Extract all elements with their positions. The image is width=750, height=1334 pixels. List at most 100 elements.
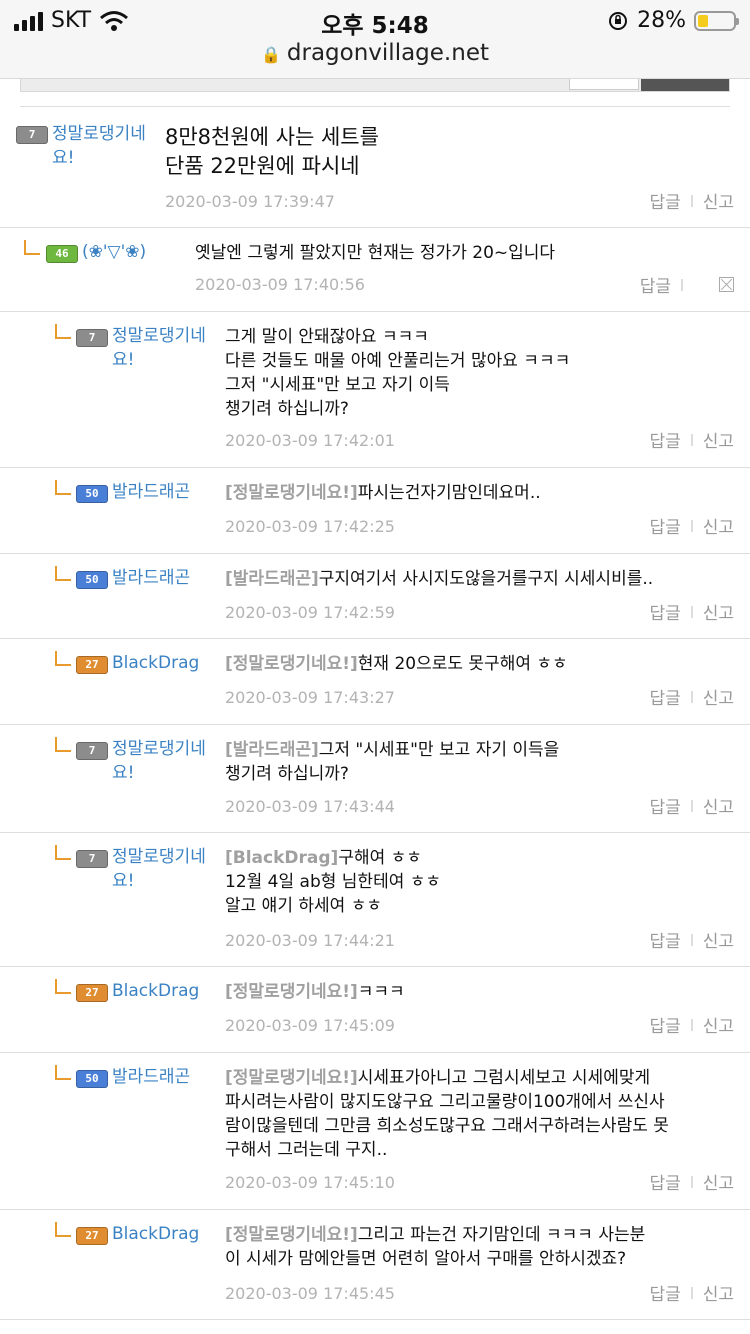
reply-arrow-icon — [24, 240, 40, 255]
author-name[interactable]: 발라드래곤 — [112, 480, 224, 504]
reply-button[interactable]: 답글 — [649, 1169, 680, 1194]
timestamp: 2020-03-09 17:40:56 — [195, 275, 365, 294]
author-name[interactable]: 정말로댕기네요! — [52, 122, 162, 170]
report-button[interactable]: 신고 — [703, 793, 734, 818]
report-button[interactable]: 신고 — [703, 188, 734, 213]
action-divider — [690, 519, 693, 532]
reply-arrow-icon — [55, 1222, 71, 1237]
reply-button[interactable]: 답글 — [649, 599, 680, 624]
comment-actions: 답글 신고 — [649, 1169, 734, 1194]
reply-target[interactable]: [정말로댕기네요!] — [225, 1068, 358, 1088]
reply-arrow-icon — [55, 324, 71, 339]
comment-line: 알고 얘기 하세여 ㅎㅎ — [225, 896, 382, 916]
comment-text: [정말로댕기네요!]그리고 파는건 자기맘인데 ㅋㅋㅋ 사는분 이 시세가 맘에안… — [225, 1223, 645, 1271]
comment-input-strip — [20, 76, 730, 92]
report-button[interactable]: 신고 — [703, 684, 734, 709]
report-button[interactable]: 신고 — [703, 1169, 734, 1194]
author-name[interactable]: BlackDrag — [112, 651, 224, 675]
reply-button[interactable]: 답글 — [649, 427, 680, 452]
level-badge: 50 — [76, 1070, 108, 1088]
author-name[interactable]: 발라드래곤 — [112, 1065, 224, 1089]
delete-icon[interactable] — [719, 277, 734, 292]
timestamp: 2020-03-09 17:44:21 — [225, 931, 395, 950]
address-bar[interactable]: 🔒 dragonvillage.net — [0, 40, 750, 66]
comment-text: [정말로댕기네요!]ㅋㅋㅋ — [225, 980, 405, 1004]
author-name[interactable]: 발라드래곤 — [112, 566, 224, 590]
comment-line: 다른 것들도 매물 아예 안풀리는거 많아요 ㅋㅋㅋ — [225, 351, 571, 371]
report-button[interactable]: 신고 — [703, 1280, 734, 1305]
level-badge: 50 — [76, 485, 108, 503]
timestamp: 2020-03-09 17:45:10 — [225, 1173, 395, 1192]
reply-arrow-icon — [55, 480, 71, 495]
comment-line: 시세표가아니고 그럼시세보고 시세에맞게 — [357, 1068, 651, 1088]
reply-target[interactable]: [정말로댕기네요!] — [225, 483, 358, 503]
reply-button[interactable]: 답글 — [649, 793, 680, 818]
comment-line: 구해여 ㅎㅎ — [338, 848, 422, 868]
reply-button[interactable]: 답글 — [649, 1012, 680, 1037]
comment-text: [정말로댕기네요!]시세표가아니고 그럼시세보고 시세에맞게 파시려는사람이 많지… — [225, 1066, 669, 1162]
comment-item: 7 정말로댕기네요! [BlackDrag]구해여 ㅎㅎ 12월 4일 ab형 님한테… — [0, 833, 750, 967]
reply-button[interactable]: 답글 — [649, 927, 680, 952]
reply-button[interactable]: 답글 — [649, 513, 680, 538]
report-button[interactable]: 신고 — [703, 513, 734, 538]
action-divider — [690, 194, 693, 207]
comment-item: 27 BlackDrag [정말로댕기네요!]현재 20으로도 못구해여 ㅎㅎ 202… — [0, 639, 750, 725]
reply-target[interactable]: [발라드래곤] — [225, 569, 319, 589]
comment-text: 옛날엔 그렇게 팔았지만 현재는 정가가 20~입니다 — [195, 241, 555, 265]
comment-text: [발라드래곤]구지여기서 사시지도않을거를구지 시세시비를.. — [225, 567, 653, 591]
level-badge: 27 — [76, 1227, 108, 1245]
reply-arrow-icon — [55, 845, 71, 860]
author-name[interactable]: 정말로댕기네요! — [112, 324, 224, 372]
author-name[interactable]: BlackDrag — [112, 1222, 224, 1246]
comment-item: 7 정말로댕기네요! [발라드래곤]그저 "시세표"만 보고 자기 이득을 챙기려 하… — [0, 725, 750, 833]
comment-actions: 답글 신고 — [649, 427, 734, 452]
timestamp: 2020-03-09 17:39:47 — [165, 192, 335, 211]
report-button[interactable]: 신고 — [703, 427, 734, 452]
action-divider — [690, 690, 693, 703]
reply-button[interactable]: 답글 — [640, 272, 671, 297]
comment-item: 46 (❀'▽'❀) 옛날엔 그렇게 팔았지만 현재는 정가가 20~입니다 2020… — [0, 228, 750, 312]
report-button[interactable]: 신고 — [703, 599, 734, 624]
author-name[interactable]: 정말로댕기네요! — [112, 737, 224, 785]
reply-button[interactable]: 답글 — [649, 1280, 680, 1305]
report-button[interactable]: 신고 — [703, 927, 734, 952]
level-badge: 7 — [76, 329, 108, 347]
author-name[interactable]: 정말로댕기네요! — [112, 845, 224, 893]
action-divider — [690, 933, 693, 946]
comment-line: 현재 20으로도 못구해여 ㅎㅎ — [357, 654, 568, 674]
reply-target[interactable]: [정말로댕기네요!] — [225, 982, 358, 1002]
level-badge: 7 — [76, 742, 108, 760]
url-text: dragonvillage.net — [286, 40, 489, 66]
comment-line: 챙기려 하십니까? — [225, 399, 349, 419]
reply-target[interactable]: [발라드래곤] — [225, 740, 319, 760]
reply-button[interactable]: 답글 — [649, 188, 680, 213]
report-button[interactable]: 신고 — [703, 1012, 734, 1037]
comment-actions: 답글 — [640, 272, 734, 297]
lock-icon: 🔒 — [260, 45, 281, 64]
reply-arrow-icon — [55, 566, 71, 581]
divider — [20, 106, 730, 107]
comment-actions: 답글 신고 — [649, 1012, 734, 1037]
level-badge: 7 — [16, 126, 48, 144]
action-divider — [690, 433, 693, 446]
timestamp: 2020-03-09 17:45:09 — [225, 1016, 395, 1035]
comment-actions: 답글 신고 — [649, 793, 734, 818]
comment-item: 27 BlackDrag [정말로댕기네요!]ㅋㅋㅋ 2020-03-09 17:45… — [0, 967, 750, 1053]
comment-item: 7 정말로댕기네요! 그게 말이 안돼잖아요 ㅋㅋㅋ 다른 것들도 매물 아예 안풀리… — [0, 312, 750, 468]
comment-line: 람이많을텐데 그만큼 희소성도많구요 그래서구하려는사람도 못 — [225, 1116, 669, 1136]
comment-actions: 답글 신고 — [649, 599, 734, 624]
reply-arrow-icon — [55, 651, 71, 666]
comment-line: 구지여기서 사시지도않을거를구지 시세시비를.. — [318, 569, 654, 589]
author-name[interactable]: BlackDrag — [112, 979, 224, 1003]
comment-line: 12월 4일 ab형 님한테여 ㅎㅎ — [225, 872, 442, 892]
action-divider — [690, 1175, 693, 1188]
comment-line: 단품 22만원에 파시네 — [165, 154, 360, 178]
reply-target[interactable]: [BlackDrag] — [225, 848, 338, 868]
reply-target[interactable]: [정말로댕기네요!] — [225, 1225, 358, 1245]
comment-actions: 답글 신고 — [649, 1280, 734, 1305]
reply-button[interactable]: 답글 — [649, 684, 680, 709]
reply-target[interactable]: [정말로댕기네요!] — [225, 654, 358, 674]
action-divider — [681, 278, 683, 291]
comment-text: [발라드래곤]그저 "시세표"만 보고 자기 이득을 챙기려 하십니까? — [225, 738, 559, 786]
level-badge: 50 — [76, 571, 108, 589]
